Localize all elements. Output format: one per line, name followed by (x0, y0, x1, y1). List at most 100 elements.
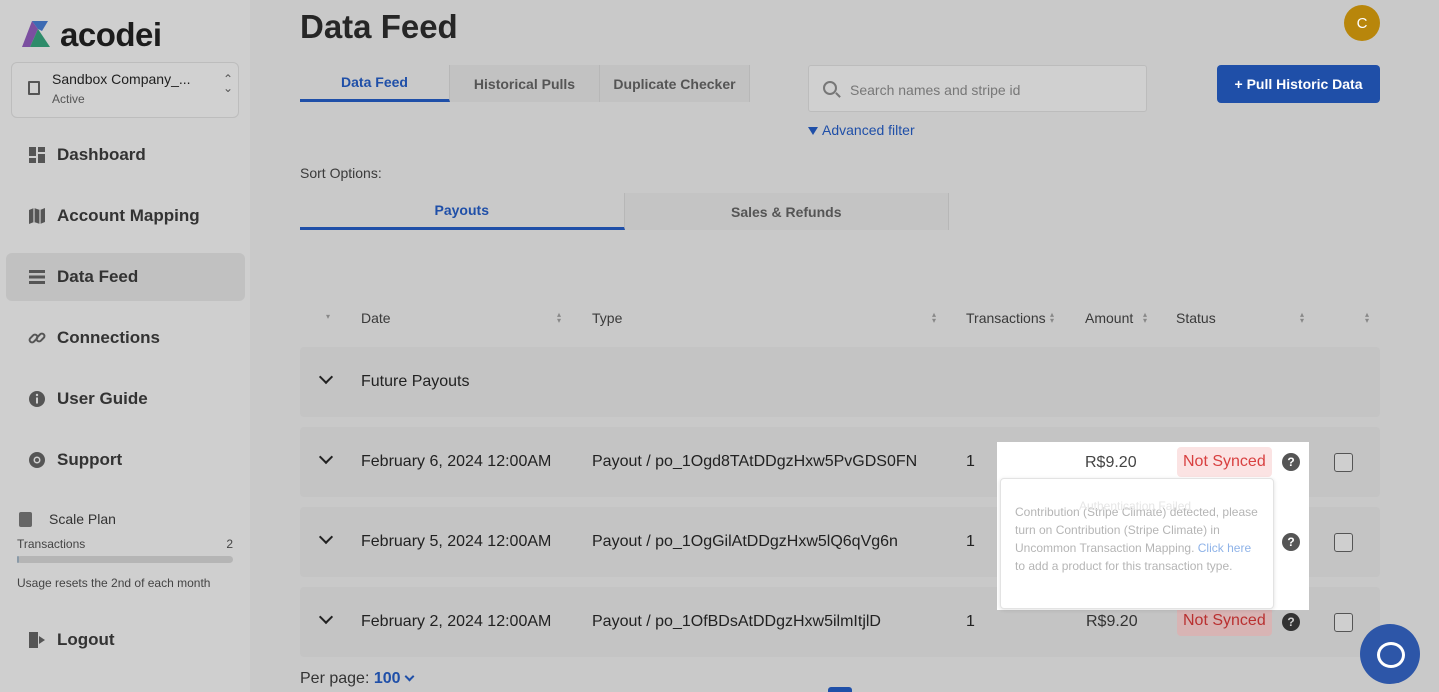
row-checkbox[interactable] (1334, 533, 1353, 552)
search-icon (823, 81, 837, 95)
row-amount: R$9.20 (1086, 613, 1138, 630)
per-page-selector[interactable]: Per page: 100 (300, 670, 414, 688)
row-amount: R$9.20 (1085, 454, 1137, 471)
list-icon (29, 270, 45, 284)
tooltip-text-end: to add a product for this transaction ty… (1015, 559, 1233, 573)
company-selector[interactable]: Sandbox Company_... Active ⌃ ⌄ (11, 62, 239, 118)
usage-reset-text: Usage resets the 2nd of each month (17, 576, 211, 590)
row-checkbox[interactable] (1334, 613, 1353, 632)
tooltip-link[interactable]: Click here (1198, 541, 1251, 555)
tab-sales-refunds[interactable]: Sales & Refunds (625, 193, 949, 230)
building-icon (28, 81, 40, 95)
chevron-down-icon (404, 671, 414, 682)
sidebar-item-label: Support (57, 450, 123, 469)
tab-duplicate-checker[interactable]: Duplicate Checker (600, 65, 750, 102)
sidebar-item-label: Account Mapping (57, 206, 200, 225)
sort-icon[interactable]: ▴ ▾ (557, 311, 561, 325)
help-icon[interactable]: ? (1282, 533, 1300, 551)
chevron-down-icon[interactable] (318, 369, 334, 385)
advanced-filter-link[interactable]: Advanced filter (808, 122, 915, 138)
chevron-down-icon[interactable] (318, 449, 334, 465)
column-amount[interactable]: Amount (1085, 310, 1133, 326)
sort-tabs: Payouts Sales & Refunds (300, 193, 949, 230)
chevron-down-icon[interactable] (318, 529, 334, 545)
tab-data-feed[interactable]: Data Feed (300, 65, 450, 102)
column-status[interactable]: Status (1176, 310, 1216, 326)
tab-payouts[interactable]: Payouts (300, 193, 625, 230)
dashboard-icon (29, 147, 45, 163)
chevron-updown-icon: ⌃ ⌄ (223, 72, 234, 95)
sidebar-item-data-feed[interactable]: Data Feed (6, 253, 245, 301)
sidebar-item-label: User Guide (57, 389, 148, 408)
chat-support-button[interactable] (1360, 624, 1420, 684)
info-icon (29, 391, 45, 407)
status-badge: Not Synced (1177, 447, 1272, 477)
company-status: Active (52, 92, 85, 106)
row-date: February 5, 2024 12:00AM (361, 533, 552, 550)
sidebar-item-user-guide[interactable]: User Guide (6, 375, 245, 423)
sidebar-item-dashboard[interactable]: Dashboard (6, 131, 245, 179)
sidebar-item-support[interactable]: Support (6, 436, 245, 484)
status-tooltip: Authentication Failed Contribution (Stri… (1000, 478, 1274, 609)
sidebar-item-account-mapping[interactable]: Account Mapping (6, 192, 245, 240)
logo[interactable]: acodei (18, 16, 162, 54)
logout-icon (29, 632, 45, 648)
pull-historic-data-button[interactable]: + Pull Historic Data (1217, 65, 1380, 103)
row-transactions: 1 (966, 533, 975, 550)
column-date[interactable]: Date (361, 310, 391, 326)
transactions-row: Transactions 2 (17, 537, 233, 551)
sort-icon[interactable]: ▾ (326, 313, 330, 321)
help-icon[interactable]: ? (1282, 613, 1300, 631)
avatar[interactable]: C (1344, 5, 1380, 41)
row-checkbox[interactable] (1334, 453, 1353, 472)
sidebar-item-label: Connections (57, 328, 160, 347)
usage-progress-bar (17, 556, 233, 563)
row-type: Payout / po_1OfBDsAtDDgzHxw5ilmItjlD (592, 613, 881, 630)
status-highlight: R$9.20 Not Synced ? ? Authentication Fai… (997, 442, 1309, 610)
row-date: February 6, 2024 12:00AM (361, 453, 552, 470)
advanced-filter-label: Advanced filter (822, 122, 915, 138)
group-label: Future Payouts (361, 373, 470, 390)
sort-options-label: Sort Options: (300, 165, 382, 181)
sidebar-item-connections[interactable]: Connections (6, 314, 245, 362)
table-header: ▾ Date ▴ ▾ Type ▴ ▾ Transactions ▴ ▾ Amount… (300, 300, 1380, 336)
sidebar: acodei Sandbox Company_... Active ⌃ ⌄ Das… (0, 0, 250, 692)
status-badge: Not Synced (1177, 606, 1272, 636)
group-row-future-payouts[interactable]: Future Payouts (300, 347, 1380, 417)
usage-progress-fill (17, 556, 20, 563)
plan-icon (19, 512, 32, 527)
page-title: Data Feed (300, 8, 458, 45)
chevron-down-icon[interactable] (318, 609, 334, 625)
tooltip-ghost-text: Authentication Failed (1079, 499, 1192, 513)
row-type: Payout / po_1Ogd8TAtDDgzHxw5PvGDS0FN (592, 453, 918, 470)
logout-button[interactable]: Logout (6, 616, 245, 664)
acodei-logo-icon (22, 21, 50, 47)
sort-icon[interactable]: ▴ ▾ (1300, 311, 1304, 325)
row-date: February 2, 2024 12:00AM (361, 613, 552, 630)
sort-icon[interactable]: ▴ ▾ (1143, 311, 1147, 325)
search-placeholder: Search names and stripe id (850, 82, 1021, 98)
sidebar-item-label: Data Feed (57, 267, 139, 286)
row-transactions: 1 (966, 453, 975, 470)
search-input[interactable]: Search names and stripe id (808, 65, 1147, 112)
row-transactions: 1 (966, 613, 975, 630)
sidebar-item-label: Dashboard (57, 145, 146, 164)
logo-text: acodei (60, 16, 162, 53)
sort-icon[interactable]: ▴ ▾ (932, 311, 936, 325)
page-tabs: Data Feed Historical Pulls Duplicate Che… (300, 65, 750, 102)
transactions-count: 2 (226, 537, 233, 551)
company-name: Sandbox Company_... (52, 71, 191, 87)
map-icon (29, 208, 45, 224)
transactions-label: Transactions (17, 537, 86, 551)
link-icon (28, 332, 46, 344)
per-page-value: 100 (373, 670, 401, 687)
tab-historical-pulls[interactable]: Historical Pulls (450, 65, 600, 102)
per-page-label: Per page: (300, 670, 370, 687)
column-transactions[interactable]: Transactions (966, 310, 1046, 326)
row-type: Payout / po_1OgGilAtDDgzHxw5lQ6qVg6n (592, 533, 898, 550)
pagination-current[interactable] (828, 687, 852, 692)
column-type[interactable]: Type (592, 310, 622, 326)
sort-icon[interactable]: ▴ ▾ (1050, 311, 1054, 325)
sort-icon[interactable]: ▴ ▾ (1365, 311, 1369, 325)
help-icon[interactable]: ? (1282, 453, 1300, 471)
